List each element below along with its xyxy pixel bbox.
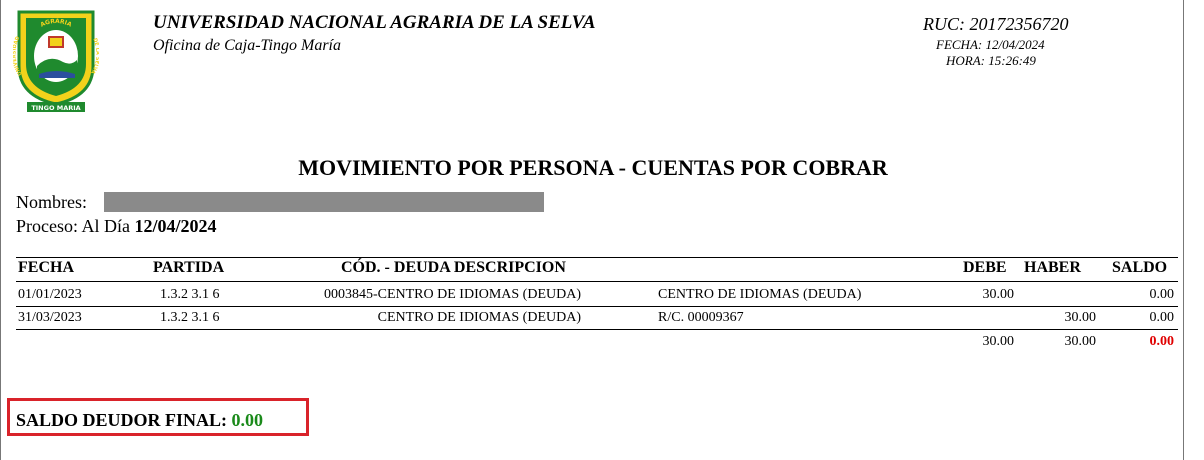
row-fecha: 01/01/2023	[18, 287, 82, 302]
row-deuda: CENTRO DE IDIOMAS (DEUDA)	[377, 310, 581, 325]
totals-rule	[16, 329, 1178, 330]
final-balance-label: SALDO DEUDOR FINAL:	[16, 410, 228, 430]
proceso-line: Proceso: Al Día 12/04/2024	[16, 216, 217, 237]
row-saldo: 0.00	[1149, 287, 1175, 302]
report-title: MOVIMIENTO POR PERSONA - CUENTAS POR COB…	[298, 155, 888, 180]
ruc-number: RUC: 20172356720	[923, 14, 1069, 34]
col-saldo-header: SALDO	[1112, 259, 1168, 276]
row-saldo: 0.00	[1149, 310, 1175, 325]
print-time: HORA: 15:26:49	[946, 53, 1036, 68]
proceso-date: 12/04/2024	[134, 216, 217, 236]
row-debe: 30.00	[982, 287, 1015, 302]
final-balance-value: 0.00	[231, 410, 264, 430]
final-balance: SALDO DEUDOR FINAL: 0.00	[16, 410, 263, 431]
row-partida: 1.3.2 3.1 6	[160, 310, 220, 325]
table-header-rule	[16, 281, 1178, 282]
col-fecha-header: FECHA	[18, 259, 74, 276]
print-date: FECHA: 12/04/2024	[936, 37, 1045, 52]
total-haber: 30.00	[1064, 334, 1097, 349]
row-descripcion: R/C. 00009367	[658, 310, 744, 325]
row-haber: 30.00	[1064, 310, 1097, 325]
nombres-redacted	[104, 192, 544, 212]
row-fecha: 31/03/2023	[18, 310, 82, 325]
nombres-label: Nombres:	[16, 192, 87, 212]
col-descripcion-header: CÓD. - DEUDA DESCRIPCION	[341, 259, 566, 276]
total-saldo: 0.00	[1149, 334, 1175, 349]
col-partida-header: PARTIDA	[153, 259, 225, 276]
document-page: AGRARIA UNIVERSIDAD DE LA SELVA TINGO MA…	[0, 0, 1184, 460]
col-haber-header: HABER	[1024, 259, 1081, 276]
row-descripcion: CENTRO DE IDIOMAS (DEUDA)	[658, 287, 862, 302]
university-name: UNIVERSIDAD NACIONAL AGRARIA DE LA SELVA	[153, 12, 596, 33]
row-partida: 1.3.2 3.1 6	[160, 287, 220, 302]
col-debe-header: DEBE	[963, 259, 1007, 276]
row-deuda: 0003845-CENTRO DE IDIOMAS (DEUDA)	[323, 287, 581, 302]
seal-bottom-text: TINGO MARIA	[31, 104, 80, 112]
row-rule	[16, 306, 1178, 307]
office-name: Oficina de Caja-Tingo María	[153, 37, 341, 54]
total-debe: 30.00	[982, 334, 1015, 349]
university-seal-icon: AGRARIA UNIVERSIDAD DE LA SELVA TINGO MA…	[13, 10, 99, 112]
proceso-label: Proceso: Al Día	[16, 216, 130, 236]
table-top-rule	[16, 257, 1178, 258]
